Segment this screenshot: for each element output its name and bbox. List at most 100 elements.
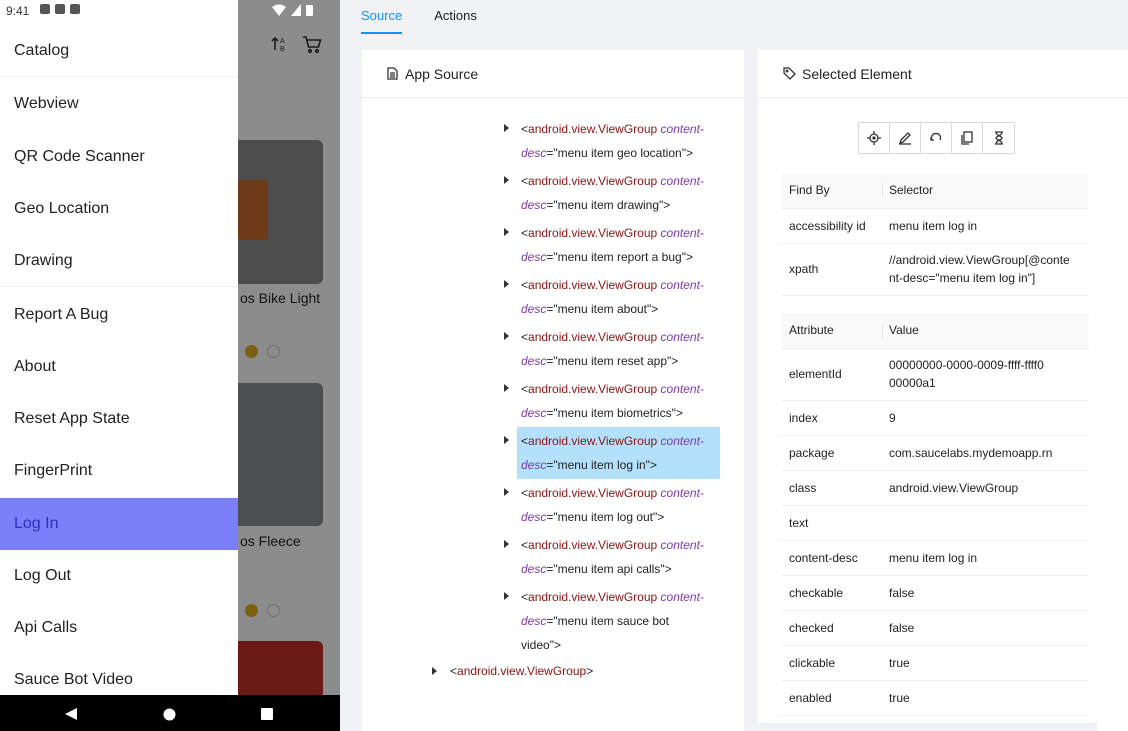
app-source-title: App Source — [405, 65, 479, 82]
node-attr-name: content- — [660, 538, 704, 552]
menu-item-geo-location[interactable]: Geo Location — [0, 183, 238, 235]
menu-item-reset-app-state[interactable]: Reset App State — [0, 393, 238, 445]
navigation-drawer: Catalog Webview QR Code Scanner Geo Loca… — [0, 24, 238, 695]
value-line: 00000000-0000-0009-ffff-ffff0 — [889, 358, 1044, 372]
selectors-table: Find By Selector accessibility id menu i… — [782, 173, 1089, 296]
node-attr-name: content- — [660, 174, 704, 188]
node-tag: android.view.ViewGroup — [528, 382, 658, 396]
node-attr-name: desc — [521, 146, 547, 160]
device-screen[interactable]: AB os Bike Light os Fleece 9:41 Catalog … — [0, 0, 340, 731]
tree-node[interactable]: <android.view.ViewGroup content-desc="me… — [517, 271, 720, 323]
tree-node[interactable]: <android.view.ViewGroup content-desc="me… — [517, 323, 720, 375]
attribute-name: class — [782, 470, 882, 506]
find-by-value: xpath — [782, 243, 882, 296]
tree-node[interactable]: <android.view.ViewGroup content-desc="me… — [517, 167, 720, 219]
node-attr-name: desc — [521, 562, 547, 576]
menu-item-webview[interactable]: Webview — [0, 78, 238, 130]
node-attr-name: content- — [660, 330, 704, 344]
tag-bracket: < — [450, 664, 458, 678]
node-attr-name: desc — [521, 458, 547, 472]
inspector-tabs: Source Actions — [361, 0, 509, 34]
status-time: 9:41 — [6, 4, 30, 18]
home-icon[interactable] — [163, 708, 176, 721]
back-icon[interactable] — [64, 708, 78, 720]
node-tag: android.view.ViewGroup — [528, 538, 658, 552]
menu-item-about[interactable]: About — [0, 341, 238, 393]
menu-item-report-a-bug[interactable]: Report A Bug — [0, 289, 238, 341]
tree-node[interactable]: <android.view.ViewGroup content-desc="me… — [517, 375, 720, 427]
tree-node[interactable]: <android.view.ViewGroup content-desc="me… — [517, 479, 720, 531]
node-attr-name: content- — [660, 434, 704, 448]
tap-element-button[interactable] — [859, 123, 890, 153]
tree-expand-caret[interactable] — [504, 280, 509, 288]
tree-expand-caret[interactable] — [504, 540, 509, 548]
menu-item-qr-code-scanner[interactable]: QR Code Scanner — [0, 131, 238, 183]
app-source-header: App Source — [362, 50, 744, 98]
copy-icon — [961, 131, 973, 145]
node-tag: android.view.ViewGroup — [528, 278, 658, 292]
node-attr-name: content- — [660, 486, 704, 500]
node-attr-value: ="menu item log in"> — [546, 458, 657, 472]
tree-node[interactable]: <android.view.ViewGroup content-desc="me… — [517, 531, 720, 583]
table-row: elementId 00000000-0000-0009-ffff-ffff0 … — [782, 348, 1089, 401]
table-row: checkable false — [782, 575, 1089, 611]
node-attr-value: ="menu item geo location"> — [546, 146, 693, 160]
menu-item-log-out[interactable]: Log Out — [0, 550, 238, 602]
tag-bracket: < — [521, 538, 529, 552]
attribute-name: enabled — [782, 680, 882, 716]
menu-item-api-calls[interactable]: Api Calls — [0, 602, 238, 654]
tag-bracket: < — [521, 330, 529, 344]
attribute-value: true — [882, 680, 1089, 716]
tree-expand-caret[interactable] — [504, 176, 509, 184]
notification-icon — [55, 4, 65, 14]
copy-attributes-button[interactable] — [952, 123, 983, 153]
value-line: 00000a1 — [889, 376, 936, 390]
node-attr-name: desc — [521, 198, 547, 212]
tree-node[interactable]: <android.view.ViewGroup content-desc="me… — [517, 115, 720, 167]
attribute-value — [882, 505, 1089, 541]
tab-actions[interactable]: Actions — [434, 0, 477, 34]
menu-item-log-in[interactable]: Log In — [0, 498, 238, 550]
tree-node[interactable]: <android.view.ViewGroup content-desc="me… — [517, 583, 720, 659]
tree-expand-caret[interactable] — [504, 592, 509, 600]
selector-value[interactable]: menu item log in — [882, 208, 1089, 244]
clear-button[interactable] — [921, 123, 952, 153]
tree-expand-caret[interactable] — [432, 667, 437, 675]
tree-expand-caret[interactable] — [504, 488, 509, 496]
menu-item-drawing[interactable]: Drawing — [0, 235, 238, 287]
node-attr-name: content- — [660, 122, 704, 136]
menu-item-fingerprint[interactable]: FingerPrint — [0, 445, 238, 497]
attribute-name: checked — [782, 610, 882, 646]
tree-node[interactable]: <android.view.ViewGroup> — [450, 659, 593, 683]
node-attr-name: content- — [660, 278, 704, 292]
tree-expand-caret[interactable] — [504, 124, 509, 132]
node-attr-name: desc — [521, 406, 547, 420]
tree-expand-caret[interactable] — [504, 436, 509, 444]
recents-icon[interactable] — [261, 708, 273, 720]
tree-expand-caret[interactable] — [504, 228, 509, 236]
selected-element-title: Selected Element — [802, 65, 912, 82]
node-attr-value: ="menu item drawing"> — [546, 198, 671, 212]
node-attr-name: desc — [521, 354, 547, 368]
tab-source[interactable]: Source — [361, 0, 403, 34]
status-bar: 9:41 — [0, 0, 238, 24]
tree-node[interactable]: <android.view.ViewGroup content-desc="me… — [517, 219, 720, 271]
node-attr-value: ="menu item log out"> — [546, 510, 665, 524]
node-tag: android.view.ViewGroup — [528, 590, 658, 604]
node-attr-name: desc — [521, 614, 547, 628]
tree-node-selected[interactable]: <android.view.ViewGroup content-desc="me… — [517, 427, 720, 479]
table-row: package com.saucelabs.mydemoapp.rn — [782, 435, 1089, 471]
tag-bracket: < — [521, 590, 529, 604]
tag-bracket: < — [521, 174, 529, 188]
selector-value[interactable]: //android.view.ViewGroup[@conte nt-desc=… — [882, 243, 1089, 296]
node-attr-name: desc — [521, 250, 547, 264]
send-keys-button[interactable] — [890, 123, 921, 153]
get-timing-button[interactable] — [983, 123, 1014, 153]
menu-item-catalog[interactable]: Catalog — [0, 25, 238, 77]
tree-expand-caret[interactable] — [504, 384, 509, 392]
tree-expand-caret[interactable] — [504, 332, 509, 340]
attribute-value: false — [882, 610, 1089, 646]
attribute-header: Attribute — [782, 313, 882, 349]
notification-icon — [70, 4, 80, 14]
table-row: text — [782, 505, 1089, 541]
